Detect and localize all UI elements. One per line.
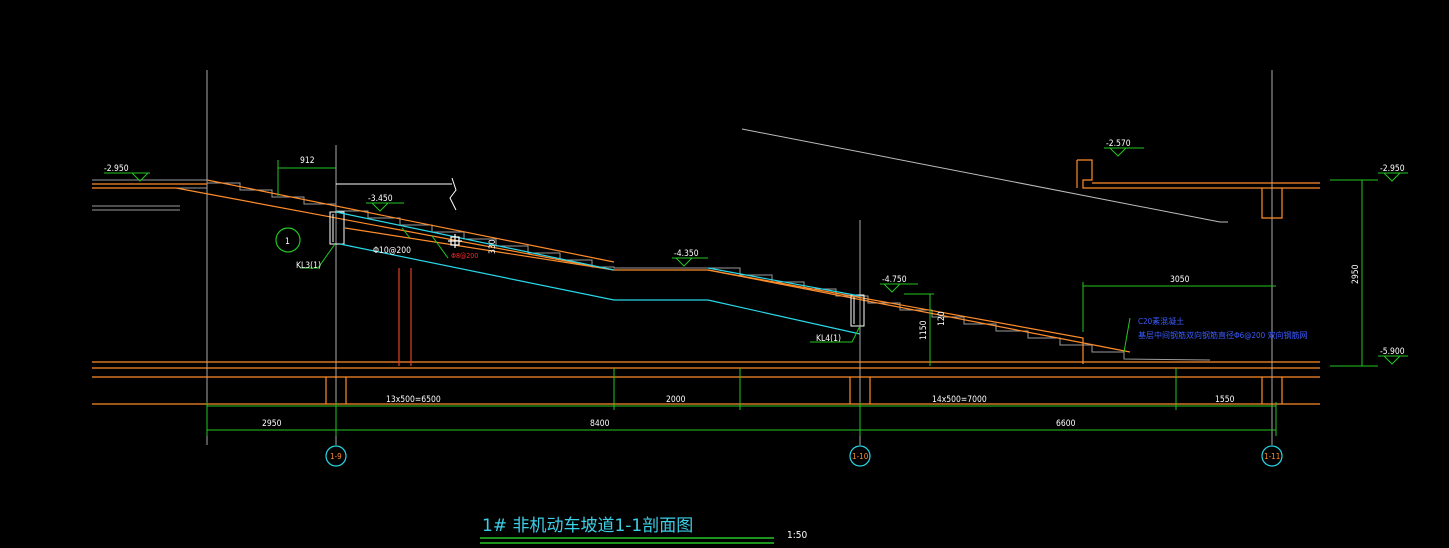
rebar-label-1: Φ10@200 [373, 246, 411, 256]
dim-1550: 1550 [1215, 395, 1235, 405]
break-line [336, 177, 457, 211]
beams [329, 211, 865, 327]
elev-mid-upper: -3.450 [368, 194, 393, 204]
ramp-soffit [335, 211, 861, 335]
elev-right-top: -2.950 [1380, 164, 1405, 174]
drawing-scale: 1:50 [787, 530, 807, 541]
axis-bubbles [325, 445, 1283, 467]
axis-bubble-3: 1-11 [1264, 452, 1280, 461]
cad-drawing-canvas: -2.950 912 -3.450 -4.350 -4.750 -2.570 -… [92, 70, 1408, 544]
dim-120: 120 [937, 311, 947, 326]
dim-2950-vertical: 2950 [1351, 264, 1361, 284]
elev-right-bottom: -5.900 [1380, 347, 1405, 357]
dimension-lines [104, 147, 1408, 436]
dim-landing: 2000 [666, 395, 686, 405]
elev-left-top: -2.950 [104, 164, 129, 174]
elev-mid-landing: -4.350 [674, 249, 699, 259]
dim-bay-left: 2950 [262, 419, 282, 429]
beam-kl4-label: KL4(1) [816, 334, 841, 344]
title-underline [480, 537, 774, 544]
elev-right-lower: -4.750 [882, 275, 907, 285]
beam-kl3-label: KL3(1) [296, 261, 321, 271]
elev-right-top-slab: -2.570 [1106, 139, 1131, 149]
dim-1150: 1150 [919, 320, 929, 340]
axis-bubble-1: 1-9 [330, 452, 342, 461]
section-mark-number: 1 [285, 237, 290, 247]
dim-330: 330 [488, 239, 498, 254]
dim-3050: 3050 [1170, 275, 1190, 285]
note-line-1: C20素混凝土 [1138, 316, 1184, 326]
dim-912: 912 [300, 156, 315, 166]
dim-steps-right: 14x500=7000 [932, 395, 987, 405]
dim-bay-right: 6600 [1056, 419, 1076, 429]
note-line-2: 基层中间钢筋双向钢筋直径Φ6@200 双向钢筋网 [1138, 330, 1307, 340]
reference-line [741, 128, 1228, 223]
rebar-label-2: Φ8@200 [451, 252, 478, 260]
dim-bay-mid: 8400 [590, 419, 610, 429]
drawing-title: 1# 非机动车坡道1-1剖面图 [482, 516, 693, 536]
dim-steps-left: 13x500=6500 [386, 395, 441, 405]
axis-bubble-2: 1-10 [852, 452, 869, 461]
